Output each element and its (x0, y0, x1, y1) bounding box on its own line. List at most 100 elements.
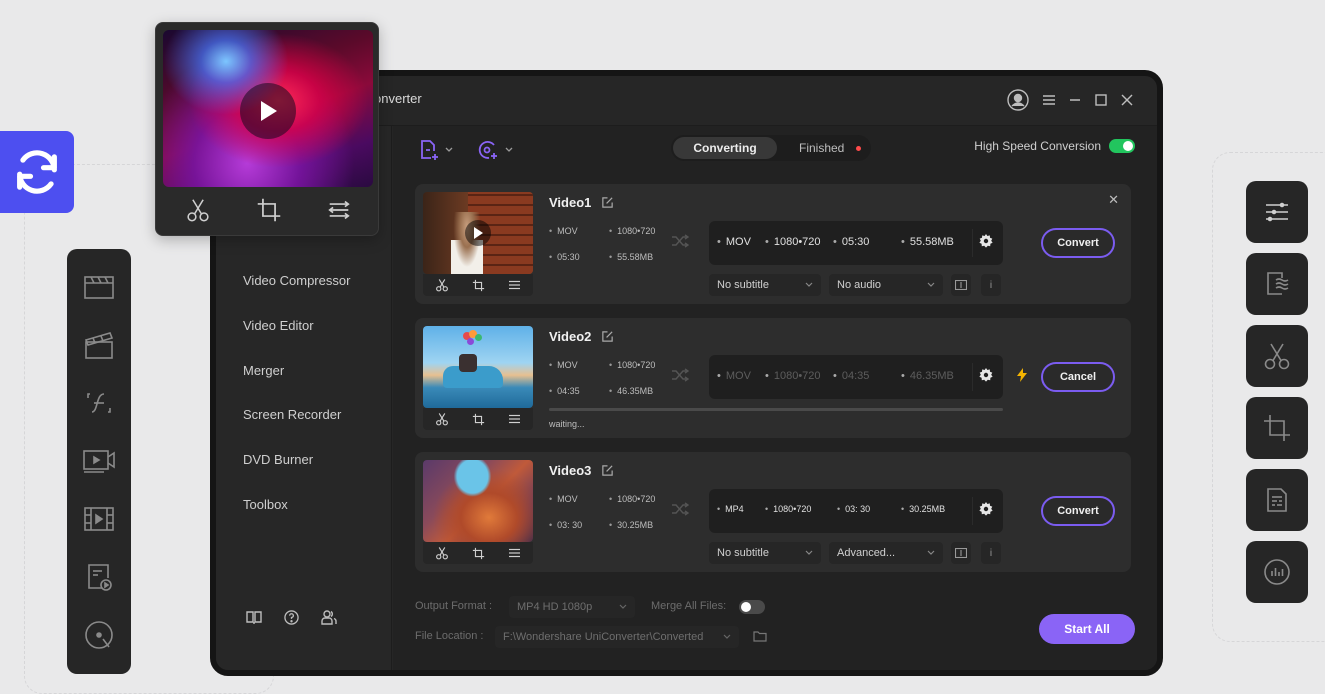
preview-button[interactable] (951, 274, 971, 296)
gear-icon[interactable] (979, 502, 993, 516)
subtitle-select[interactable]: No subtitle (709, 542, 821, 564)
minimize-icon[interactable] (1069, 94, 1081, 106)
scissors-icon[interactable] (435, 546, 449, 560)
crop-icon (1264, 415, 1290, 441)
video-name: Video1 (549, 195, 614, 210)
clapperboard-open-icon[interactable] (81, 327, 117, 363)
menu-icon[interactable] (1043, 95, 1055, 105)
right-tool-column (1246, 181, 1308, 603)
chevron-down-icon (805, 550, 813, 555)
trim-tool-button[interactable] (1246, 325, 1308, 387)
preview-tools (163, 191, 373, 229)
effects-icon[interactable] (508, 279, 521, 291)
remove-video-icon[interactable]: ✕ (1108, 192, 1119, 208)
target-settings[interactable]: MP4 1080•720 03: 30 30.25MB (709, 489, 1003, 533)
add-dvd-button[interactable] (477, 139, 513, 161)
video-name: Video3 (549, 463, 614, 478)
target-resolution: 1080•720 (765, 370, 821, 382)
target-settings[interactable]: MOV 1080•720 04:35 46.35MB (709, 355, 1003, 399)
video-thumbnail[interactable] (423, 326, 533, 408)
compress-tool-button[interactable] (1246, 253, 1308, 315)
add-file-button[interactable] (419, 139, 453, 161)
chevron-down-icon (805, 282, 813, 287)
tab-converting[interactable]: Converting (673, 137, 777, 159)
audio-tool-button[interactable] (1246, 541, 1308, 603)
video-thumbnail[interactable] (423, 192, 533, 274)
document-play-icon[interactable] (81, 559, 117, 595)
users-icon[interactable] (321, 610, 337, 630)
subtitle-value: No subtitle (717, 547, 769, 559)
chevron-down-icon (445, 147, 453, 152)
effects-icon[interactable] (508, 547, 521, 559)
tab-finished-label: Finished (799, 141, 845, 155)
chevron-down-icon (505, 147, 513, 152)
target-duration: 04:35 (833, 370, 870, 382)
video-thumbnail[interactable] (423, 460, 533, 542)
sidebar-item-video-compressor[interactable]: Video Compressor (243, 273, 350, 288)
film-play-icon[interactable] (81, 501, 117, 537)
subtitle-tool-button[interactable] (1246, 469, 1308, 531)
convert-button[interactable]: Convert (1041, 228, 1115, 258)
scissors-icon[interactable] (435, 278, 449, 292)
folder-icon[interactable] (753, 630, 767, 642)
maximize-icon[interactable] (1095, 94, 1107, 106)
output-format-select[interactable]: MP4 HD 1080p (509, 596, 635, 618)
help-icon[interactable] (284, 610, 299, 630)
target-settings[interactable]: MOV 1080•720 05:30 55.58MB (709, 221, 1003, 265)
audio-select[interactable]: Advanced... (829, 542, 943, 564)
divider (972, 497, 973, 525)
preview-play-button[interactable] (240, 83, 296, 139)
sidebar-item-dvd-burner[interactable]: DVD Burner (243, 452, 313, 467)
crop-icon[interactable] (472, 279, 485, 292)
shuffle-icon (672, 234, 689, 248)
merge-toggle[interactable] (739, 600, 765, 614)
play-button[interactable] (465, 220, 491, 246)
effects-icon[interactable] (508, 413, 521, 425)
audio-select[interactable]: No audio (829, 274, 943, 296)
scissors-icon (1264, 343, 1290, 370)
info-button[interactable]: i (981, 274, 1001, 296)
sliders-tool-button[interactable] (1246, 181, 1308, 243)
gear-icon[interactable] (979, 234, 993, 248)
source-size: 55.58MB (609, 252, 653, 262)
edit-icon[interactable] (601, 196, 614, 209)
convert-button[interactable]: Convert (1041, 496, 1115, 526)
scissors-icon[interactable] (186, 197, 210, 223)
gear-icon[interactable] (979, 368, 993, 382)
function-icon[interactable] (81, 385, 117, 421)
sidebar-item-toolbox[interactable]: Toolbox (243, 497, 288, 512)
chevron-down-icon (927, 550, 935, 555)
high-speed-conversion: High Speed Conversion (974, 139, 1135, 153)
disc-icon[interactable] (81, 617, 117, 653)
edit-icon[interactable] (601, 464, 614, 477)
high-speed-toggle[interactable] (1109, 139, 1135, 153)
edit-icon[interactable] (601, 330, 614, 343)
cancel-button[interactable]: Cancel (1041, 362, 1115, 392)
book-icon[interactable] (246, 610, 262, 630)
video-card: Video3 MOV 1080•720 03: 30 30.25MB MP4 1… (415, 452, 1131, 572)
clapperboard-icon[interactable] (81, 269, 117, 305)
subtitle-select[interactable]: No subtitle (709, 274, 821, 296)
crop-icon[interactable] (472, 547, 485, 560)
source-resolution: 1080•720 (609, 494, 655, 504)
file-location-select[interactable]: F:\Wondershare UniConverter\Converted (495, 626, 739, 648)
preview-button[interactable] (951, 542, 971, 564)
sidebar-item-video-editor[interactable]: Video Editor (243, 318, 314, 333)
output-format-value: MP4 HD 1080p (517, 601, 593, 613)
crop-icon[interactable] (256, 197, 282, 223)
crop-tool-button[interactable] (1246, 397, 1308, 459)
tab-finished[interactable]: Finished (799, 137, 862, 159)
content-area: Converting Finished High Speed Conversio… (393, 126, 1157, 670)
sidebar-item-screen-recorder[interactable]: Screen Recorder (243, 407, 341, 422)
screen-record-icon[interactable] (81, 443, 117, 479)
source-duration: 04:35 (549, 386, 580, 396)
close-icon[interactable] (1121, 94, 1133, 106)
account-icon[interactable] (1007, 89, 1029, 111)
crop-icon[interactable] (472, 413, 485, 426)
sidebar-item-merger[interactable]: Merger (243, 363, 284, 378)
start-all-button[interactable]: Start All (1039, 614, 1135, 644)
info-button[interactable]: i (981, 542, 1001, 564)
document-lines-icon (1267, 488, 1287, 512)
scissors-icon[interactable] (435, 412, 449, 426)
effects-icon[interactable] (328, 200, 350, 220)
